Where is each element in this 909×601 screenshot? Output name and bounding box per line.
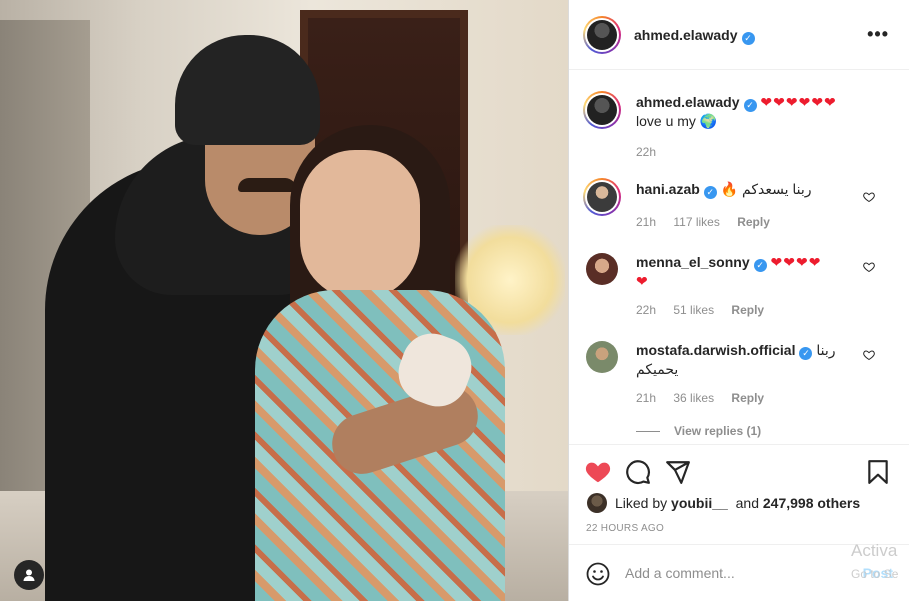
post-timestamp[interactable]: 22 HOURS AGO [586, 523, 664, 534]
liker-username[interactable]: youbii__ [671, 495, 728, 511]
liker-avatar [587, 493, 607, 513]
more-options-icon[interactable]: ••• [867, 24, 889, 45]
comments-list[interactable]: ahmed.elawady ✓ ❤❤❤❤❤❤ love u my 🌍 22h ha… [569, 71, 909, 444]
comment-text: ربنا يسعدكم 🔥 [720, 181, 812, 197]
comment-likes[interactable]: 36 likes [673, 391, 714, 405]
comment-like-heart-icon[interactable] [863, 349, 875, 361]
comment-likes[interactable]: 51 likes [673, 303, 714, 317]
comment-body: mostafa.darwish.official ✓ ربنا يحميكم [636, 341, 858, 378]
comment-text-line2: يحميكم [636, 361, 679, 377]
comment-time: 22h [636, 303, 657, 317]
emoji-icon[interactable] [586, 562, 610, 586]
comment-body: hani.azab ✓ ربنا يسعدكم 🔥 [636, 180, 858, 199]
comment-likes[interactable]: 117 likes [673, 215, 719, 229]
verified-badge-icon: ✓ [741, 32, 755, 45]
replies-divider [636, 431, 660, 433]
comment-username[interactable]: menna_el_sonny [636, 254, 750, 270]
caption-avatar[interactable] [583, 91, 621, 129]
comment-input[interactable] [625, 561, 825, 585]
comment-meta: 22h 51 likes Reply [636, 303, 778, 317]
caption-text: love u my 🌍 [636, 113, 718, 129]
comment-username[interactable]: hani.azab [636, 181, 700, 197]
photo-man-mustache [238, 178, 296, 192]
reply-button[interactable]: Reply [731, 391, 764, 405]
comment-username[interactable]: mostafa.darwish.official [636, 342, 795, 358]
author-avatar[interactable] [583, 16, 621, 54]
likes-count[interactable]: 247,998 others [763, 495, 860, 511]
liked-by-label: Liked by [615, 495, 668, 511]
comment-like-heart-icon[interactable] [863, 191, 875, 203]
comment-meta: 21h 117 likes Reply [636, 215, 784, 229]
bookmark-icon[interactable] [865, 459, 891, 485]
author-username[interactable]: ahmed.elawady [634, 27, 738, 43]
likes-and-label: and [735, 495, 759, 511]
user-icon [23, 569, 35, 581]
verified-badge-icon: ✓ [703, 186, 717, 199]
tagged-users-button[interactable] [14, 560, 44, 590]
post-actions: Liked by youbii__ and 247,998 others 22 … [569, 444, 909, 544]
comment-like-heart-icon[interactable] [863, 261, 875, 273]
comment-time: 21h [636, 391, 657, 405]
verified-badge-icon: ✓ [753, 259, 767, 272]
author-username-row[interactable]: ahmed.elawady ✓ [634, 27, 755, 45]
caption-meta: 22h [636, 145, 670, 159]
caption-hearts: ❤❤❤❤❤❤ [760, 94, 837, 110]
caption-username[interactable]: ahmed.elawady [636, 94, 740, 110]
add-comment-bar: Post [569, 544, 909, 601]
photo-woman-face [300, 150, 420, 300]
verified-badge-icon: ✓ [799, 347, 813, 360]
caption-body: ahmed.elawady ✓ ❤❤❤❤❤❤ love u my 🌍 [636, 93, 858, 130]
view-replies-button[interactable]: View replies (1) [636, 424, 761, 438]
view-replies-label[interactable]: View replies (1) [674, 424, 761, 438]
comment-meta: 21h 36 likes Reply [636, 391, 778, 405]
post-side-panel: ahmed.elawady ✓ ••• ahmed.elawady ✓ ❤❤❤❤❤❤… [569, 0, 909, 601]
comment-icon[interactable] [625, 459, 651, 485]
comment-text: ربنا [816, 342, 836, 358]
comment-body: menna_el_sonny ✓ ❤❤❤❤ ❤ [636, 253, 858, 290]
post-header: ahmed.elawady ✓ ••• [569, 0, 909, 70]
reply-button[interactable]: Reply [731, 303, 764, 317]
comment-avatar[interactable] [586, 341, 618, 373]
comment-text-line2: ❤ [636, 273, 649, 289]
comment-time: 21h [636, 215, 657, 229]
comment-text: ❤❤❤❤ [770, 254, 822, 270]
like-heart-icon[interactable] [585, 459, 611, 485]
post-photo[interactable] [0, 0, 569, 601]
post-comment-button[interactable]: Post [863, 565, 893, 581]
verified-badge-icon: ✓ [743, 99, 757, 112]
likes-summary[interactable]: Liked by youbii__ and 247,998 others [587, 493, 860, 513]
reply-button[interactable]: Reply [737, 215, 770, 229]
share-icon[interactable] [665, 459, 691, 485]
comment-avatar[interactable] [586, 253, 618, 285]
caption-time: 22h [636, 145, 657, 159]
comment-avatar[interactable] [583, 178, 621, 216]
